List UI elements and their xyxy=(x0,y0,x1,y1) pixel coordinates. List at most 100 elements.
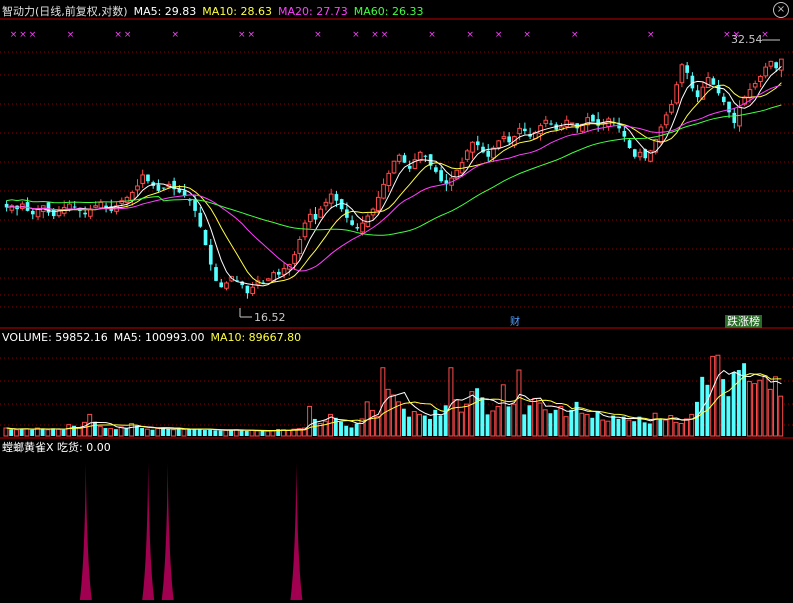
volume-bar xyxy=(197,429,202,436)
candle-body xyxy=(386,172,392,186)
volume-bar xyxy=(3,427,9,437)
indicator-readout: 螳螂黄雀X 吃货: 0.00 xyxy=(2,441,111,454)
candle-body xyxy=(339,199,344,210)
volume-bar xyxy=(254,430,260,437)
candle-body xyxy=(486,150,491,157)
candle-body xyxy=(391,160,397,174)
candle-body xyxy=(281,268,287,275)
volume-bar xyxy=(390,394,396,437)
ma20-line xyxy=(6,84,782,272)
volume-bar xyxy=(229,430,234,436)
signal-x-marker: × xyxy=(248,30,256,40)
rank-badge-button[interactable]: 跌涨榜 xyxy=(725,315,762,328)
candle-body xyxy=(266,278,271,281)
volume-bar xyxy=(689,413,695,437)
volume-bar xyxy=(417,413,422,437)
volume-bar xyxy=(349,427,354,436)
volume-bar xyxy=(506,406,511,436)
volume-pane[interactable] xyxy=(3,354,784,437)
ma5-line xyxy=(6,66,782,287)
volume-bar xyxy=(55,428,61,437)
candle-body xyxy=(381,183,386,199)
volume-bar xyxy=(652,412,658,437)
volume-bar xyxy=(307,405,313,437)
candle-body xyxy=(355,227,360,229)
volume-bar xyxy=(208,429,213,436)
volume-bar xyxy=(260,430,265,436)
volume-bar xyxy=(490,410,496,437)
signal-x-marker: × xyxy=(371,30,379,40)
indicator-pane[interactable] xyxy=(79,463,303,600)
volume-bar xyxy=(312,418,317,436)
volume-bar xyxy=(286,429,292,437)
signal-x-marker: × xyxy=(523,30,531,40)
ma5-readout: MA5: 29.83 xyxy=(133,5,197,18)
candle-body xyxy=(423,155,428,157)
volume-bar xyxy=(108,428,114,437)
volume-bar xyxy=(202,430,207,436)
candle-body xyxy=(434,167,438,172)
volume-bar xyxy=(265,430,271,437)
volume-bar xyxy=(684,418,689,437)
volume-bar xyxy=(773,376,778,437)
candle-body xyxy=(156,184,161,191)
candle-body xyxy=(758,75,763,82)
volume-bar xyxy=(401,408,406,436)
volume-bar xyxy=(87,413,93,437)
volume-bar xyxy=(187,429,192,436)
finance-marker[interactable]: 财 xyxy=(508,316,522,329)
candle-body xyxy=(302,222,308,238)
volume-bar xyxy=(244,430,249,436)
candle-body xyxy=(277,271,281,275)
candle-body xyxy=(140,174,146,184)
indicator-header: 螳螂黄雀X 吃货: 0.00 xyxy=(2,439,117,455)
candle-body xyxy=(763,66,769,77)
candle-body xyxy=(685,65,689,73)
volume-bar xyxy=(605,420,611,437)
candle-body xyxy=(538,125,543,135)
signal-spike xyxy=(161,463,174,600)
candle-body xyxy=(737,106,742,127)
candle-body xyxy=(146,174,150,182)
ma60-readout: MA60: 26.33 xyxy=(353,5,424,18)
volume-bar xyxy=(563,416,569,437)
candle-body xyxy=(627,140,632,148)
volume-bar xyxy=(500,384,506,437)
volume-bar xyxy=(464,403,470,437)
signal-x-marker: × xyxy=(314,30,322,40)
candle-body xyxy=(56,210,62,217)
price-pane[interactable]: × × × × × × × × × × × × × × × × × × × × × × xyxy=(4,30,784,318)
candle-body xyxy=(752,83,758,88)
ma10-readout: MA10: 28.63 xyxy=(202,5,273,18)
candle-body xyxy=(307,213,313,223)
close-button[interactable]: × xyxy=(773,2,789,18)
signal-x-marker: × xyxy=(10,30,18,40)
candle-body xyxy=(51,209,56,217)
volume-bar xyxy=(537,402,543,437)
volume-bar xyxy=(103,428,108,436)
signal-x-marker: × xyxy=(67,30,75,40)
volume-bar xyxy=(24,428,30,437)
candle-body xyxy=(674,84,680,104)
high-price-label: 32.54 xyxy=(731,33,763,46)
low-price-label: 16.52 xyxy=(254,311,286,324)
volume-bar xyxy=(746,380,752,437)
grid-lines xyxy=(0,18,793,439)
volume-bar xyxy=(767,388,773,437)
volume-bar xyxy=(181,428,187,437)
candle-body xyxy=(318,208,324,218)
volume-bar xyxy=(695,401,699,436)
signal-x-marker: × xyxy=(114,30,122,40)
volume-bar xyxy=(66,424,72,437)
candle-body xyxy=(569,122,575,125)
volume-bar xyxy=(590,417,595,436)
volume-bar xyxy=(144,428,150,437)
volume-bar xyxy=(485,414,490,436)
volume-bar xyxy=(595,410,600,436)
volume-bar xyxy=(448,367,454,437)
volume-bar xyxy=(647,423,652,436)
volume-bar xyxy=(453,399,459,437)
volume-bar xyxy=(166,428,171,436)
volume-ma10-readout: MA10: 89667.80 xyxy=(210,331,302,344)
volume-bar xyxy=(731,372,736,436)
